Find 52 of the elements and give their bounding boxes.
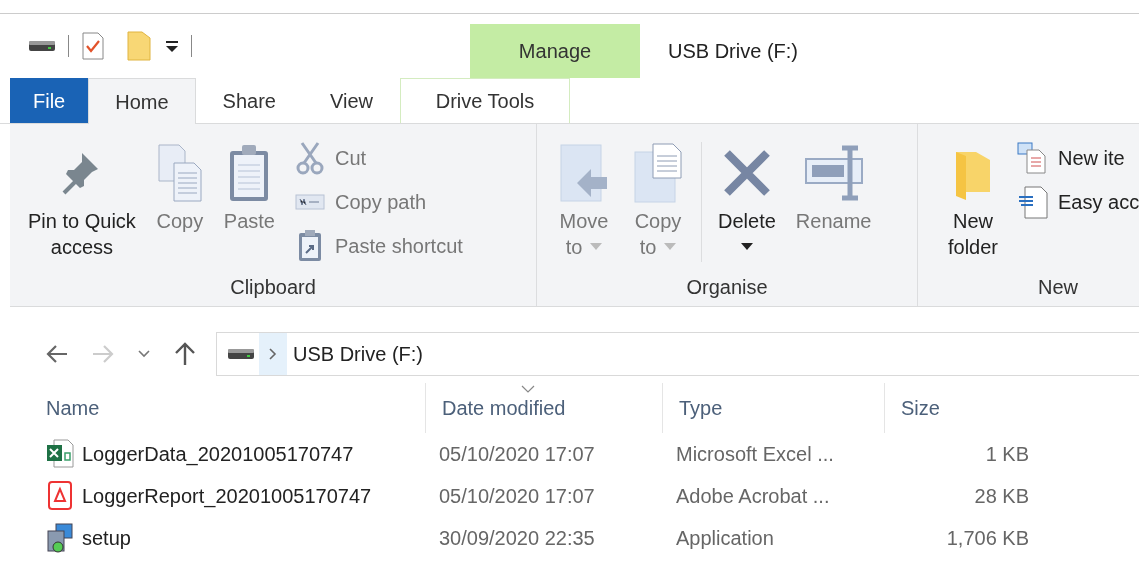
ribbon-tab[interactable]: Home [88,78,196,124]
address-path[interactable]: USB Drive (F:) [293,339,423,369]
date-cell-text: 05/10/2020 17:07 [438,484,596,509]
ribbon-button[interactable]: Delete [708,138,786,260]
column-header[interactable]: Size [884,383,1045,433]
date-cell-text: 30/09/2020 22:35 [438,526,596,551]
date-cell-text: 05/10/2020 17:07 [438,442,596,467]
chevron-down-icon [138,350,150,358]
drive-icon [227,346,255,362]
pdf-file-icon [46,481,74,511]
excel-file-icon [46,439,74,469]
clipboard-icon [228,143,271,203]
context-tab-label: Manage [470,24,640,78]
size-cell-text: 28 KB [973,484,1030,509]
type-cell-text: Adobe Acrobat ... [675,484,831,509]
group-label: Clipboard [229,275,317,300]
path-icon [295,193,325,211]
ribbon-button[interactable]: Pin to Quick access [18,138,146,260]
address-bar[interactable]: USB Drive (F:) [216,332,1139,376]
file-tab[interactable]: File [10,78,89,123]
up-arrow-icon [174,342,196,366]
scissors-icon [296,141,324,175]
size-cell-text: 1,706 KB [945,526,1030,551]
column-header[interactable]: Type [662,383,884,433]
file-name[interactable]: LoggerReport_20201005170747 [82,481,372,511]
column-header[interactable]: Name [30,383,425,433]
group-label: New [1037,275,1079,300]
chevron-right-icon [269,348,277,360]
copy-icon [155,143,204,203]
file-name[interactable]: setup [82,523,131,553]
installer-icon [46,523,74,553]
forward-icon [92,344,114,364]
dropdown-icon[interactable] [165,39,179,53]
copy-to-icon [631,142,685,204]
drive-icon[interactable] [28,38,56,54]
paste-shortcut-icon [297,229,323,263]
ribbon-button[interactable]: Easy acc [1016,182,1139,222]
ribbon-button[interactable]: New ite [1016,138,1139,178]
ribbon-tab[interactable]: Drive Tools [399,78,570,123]
file-name[interactable]: LoggerData_20201005170747 [82,439,354,469]
column-header[interactable]: Date modified [425,383,662,433]
ribbon-button[interactable]: New folder [938,138,1009,260]
rename-icon [803,145,864,201]
size-cell-text: 1 KB [984,442,1030,467]
group-label: Organise [685,275,769,300]
easy-access-icon [1017,185,1050,219]
breadcrumb-chevron[interactable] [259,333,287,375]
type-cell-text: Microsoft Excel ... [675,442,835,467]
window-title: USB Drive (F:) [668,39,798,64]
back-icon [46,344,68,364]
properties-icon[interactable] [81,32,105,60]
type-cell-text: Application [675,526,775,551]
